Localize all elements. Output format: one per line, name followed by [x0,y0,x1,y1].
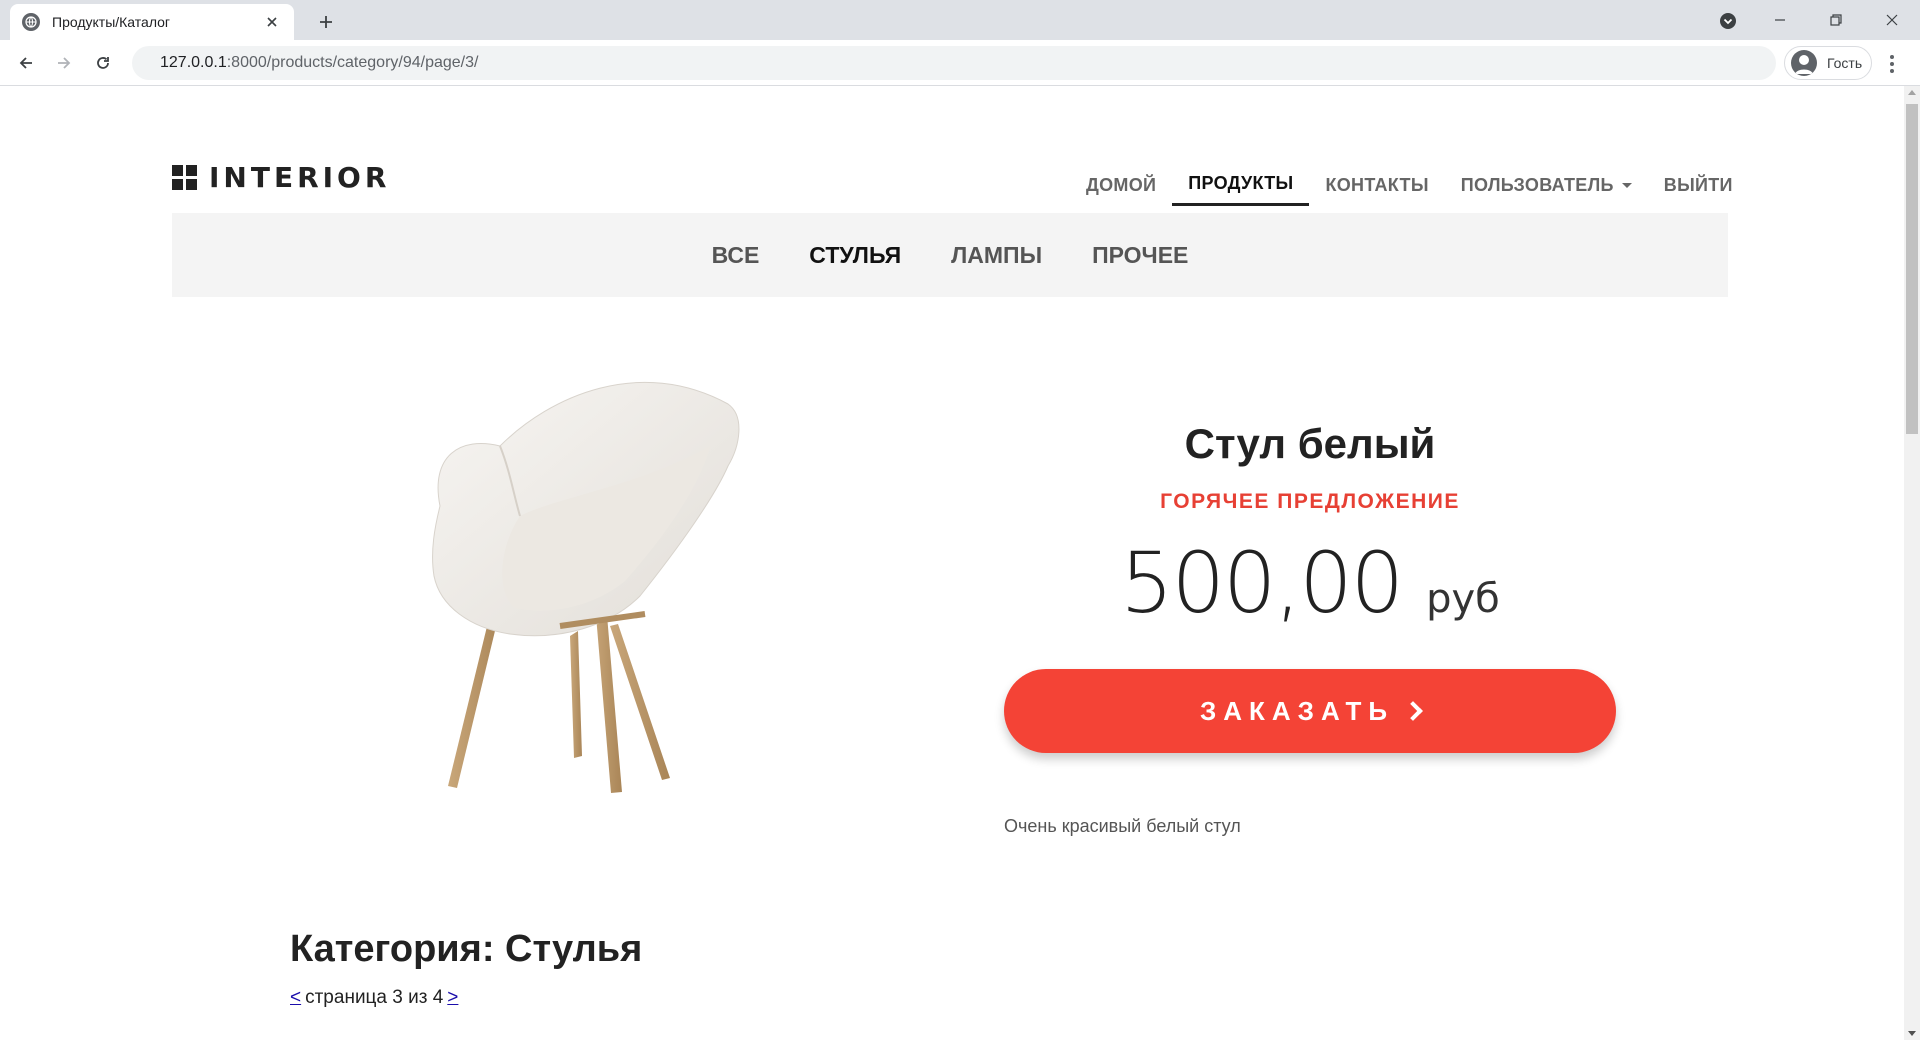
page-indicator: страница 3 из 4 [305,987,444,1008]
category-other[interactable]: ПРОЧЕЕ [1092,242,1188,269]
price-amount: 500,00 [1120,534,1404,632]
nav-logout[interactable]: ВЫЙТИ [1648,164,1749,206]
product-description: Очень красивый белый стул [1004,816,1241,836]
product-name: Стул белый [1184,420,1436,467]
order-button[interactable]: ЗАКАЗАТЬ [1004,669,1616,753]
page-viewport: INTERIOR ДОМОЙ ПРОДУКТЫ КОНТАКТЫ ПОЛЬЗОВ… [0,86,1904,1040]
nav-home-label: ДОМОЙ [1086,174,1157,195]
scrollbar-thumb[interactable] [1906,104,1918,434]
scroll-up-icon[interactable] [1908,90,1916,95]
browser-menu-icon[interactable] [1882,52,1902,76]
nav-products-label: ПРОДУКТЫ [1188,173,1294,193]
category-all[interactable]: ВСЕ [712,242,760,269]
browser-toolbar: i 127.0.0.1:8000/products/category/94/pa… [0,40,1920,398]
profile-button[interactable]: Гость [1784,46,1872,80]
tab-search-icon[interactable] [1716,9,1740,33]
nav-contacts-label: КОНТАКТЫ [1325,174,1429,195]
category-chairs[interactable]: СТУЛЬЯ [809,242,901,269]
back-icon[interactable] [10,47,42,79]
prev-page-link[interactable]: < [290,987,301,1009]
product-price: 500,00 руб [1004,534,1616,632]
browser-tabbar: Продукты/Каталог [0,0,1920,40]
nav-products[interactable]: ПРОДУКТЫ [1172,164,1310,206]
scroll-down-icon[interactable] [1908,1031,1916,1036]
close-tab-icon[interactable] [262,12,282,32]
product-image [432,381,740,793]
logo-grid-icon [172,165,197,190]
page-scrollbar[interactable] [1904,86,1920,1040]
nav-user-dropdown[interactable]: ПОЛЬЗОВАТЕЛЬ [1445,164,1648,206]
url-path: :8000/products/category/94/page/3/ [226,54,479,71]
reload-icon[interactable] [87,47,119,79]
price-currency: руб [1426,576,1500,622]
logo-text: INTERIOR [209,161,391,194]
restore-icon[interactable] [1808,0,1864,40]
product-info: Стул белый ГОРЯЧЕЕ ПРЕДЛОЖЕНИЕ 500,00 ру… [1004,420,1616,632]
caret-down-icon [1621,182,1632,188]
forward-icon[interactable] [48,47,80,79]
url-text: 127.0.0.1:8000/products/category/94/page… [160,54,478,72]
url-host: 127.0.0.1 [160,54,227,71]
close-window-icon[interactable] [1864,0,1920,40]
nav-user-label: ПОЛЬЗОВАТЕЛЬ [1460,174,1614,195]
address-bar[interactable]: i 127.0.0.1:8000/products/category/94/pa… [132,46,1776,398]
nav-logout-label: ВЫЙТИ [1663,174,1733,195]
main-nav: ДОМОЙ ПРОДУКТЫ КОНТАКТЫ ПОЛЬЗОВАТЕЛЬ ВЫЙ… [1070,164,1749,206]
pagination: < страница 3 из 4 > [290,987,458,1009]
new-tab-button[interactable] [312,8,340,36]
category-lamps[interactable]: ЛАМПЫ [951,242,1042,269]
profile-avatar-icon [1791,50,1817,76]
chevron-right-icon [1403,701,1423,721]
tab-title: Продукты/Каталог [52,14,171,30]
nav-home[interactable]: ДОМОЙ [1070,164,1172,206]
profile-label: Гость [1827,55,1863,71]
next-page-link[interactable]: > [447,987,458,1009]
browser-tab[interactable]: Продукты/Каталог [10,4,294,40]
hot-offer-badge: ГОРЯЧЕЕ ПРЕДЛОЖЕНИЕ [1160,490,1460,513]
order-button-label: ЗАКАЗАТЬ [1199,695,1395,726]
minimize-icon[interactable] [1752,0,1808,40]
category-bar: ВСЕ СТУЛЬЯ ЛАМПЫ ПРОЧЕЕ [172,213,1728,297]
globe-icon [22,13,40,31]
window-controls [1752,0,1920,40]
site-logo[interactable]: INTERIOR [172,161,390,194]
nav-contacts[interactable]: КОНТАКТЫ [1309,164,1444,206]
category-title: Категория: Стулья [290,928,643,970]
